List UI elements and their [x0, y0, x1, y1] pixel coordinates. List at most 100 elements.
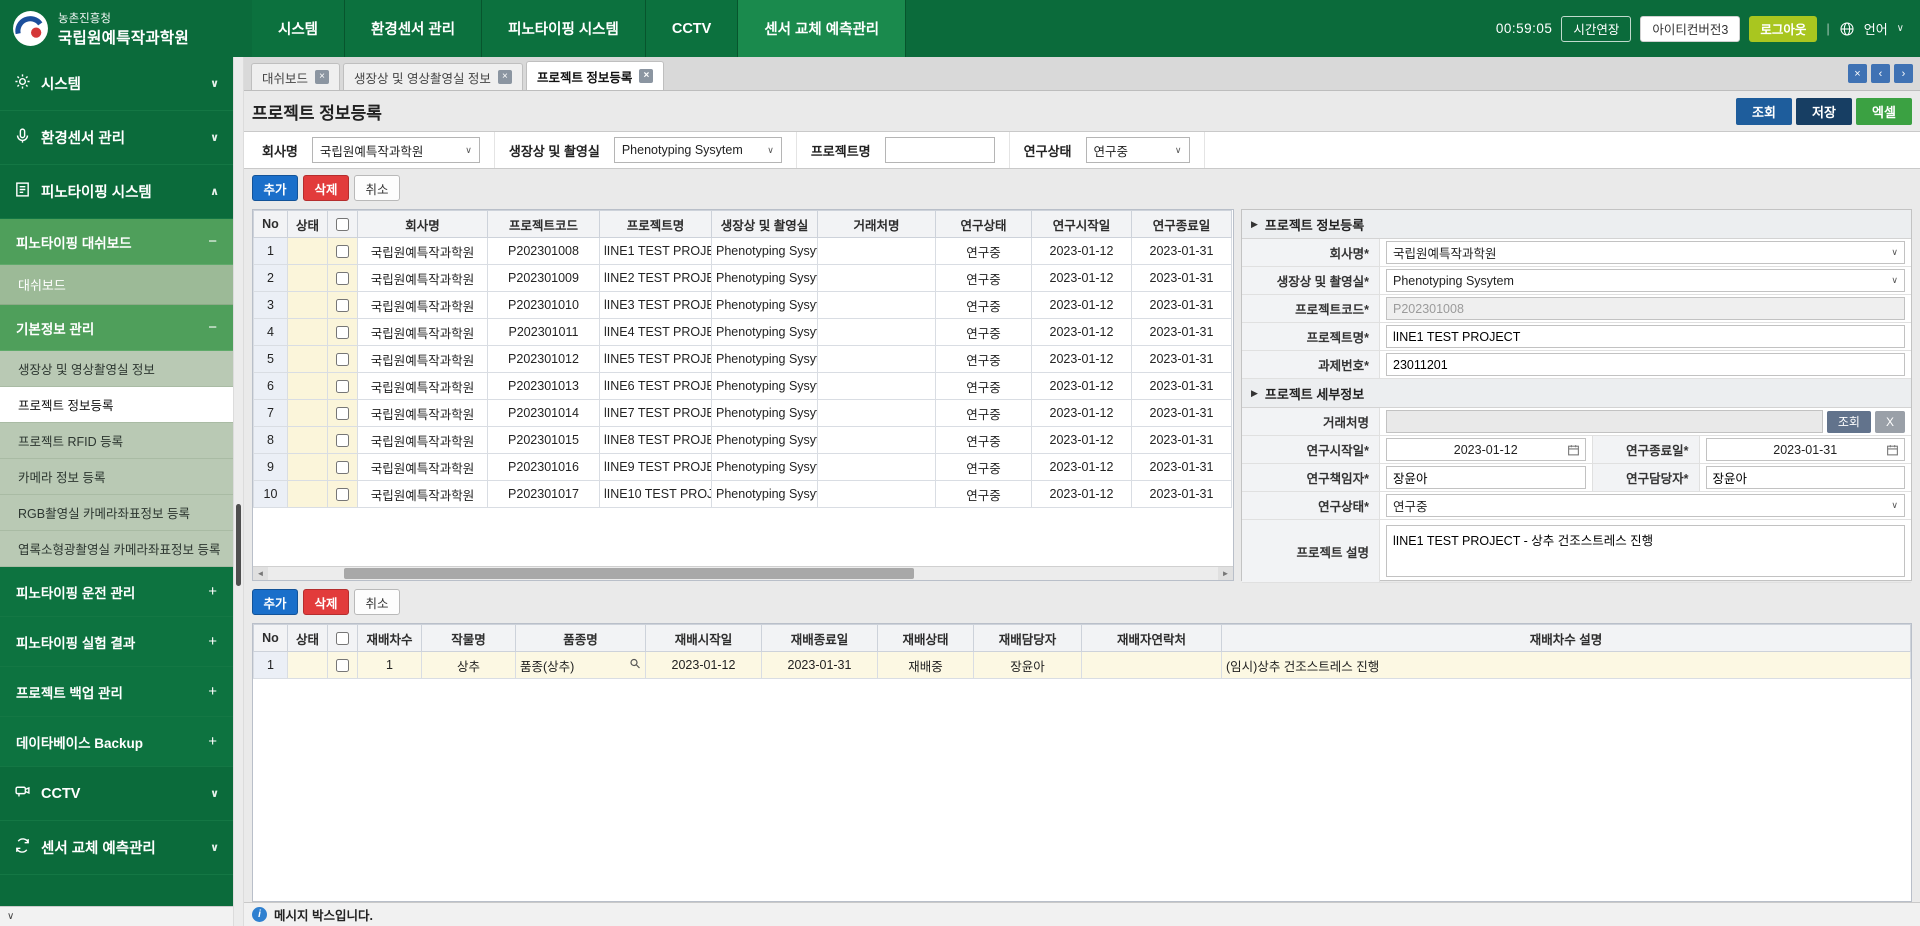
row-checkbox[interactable] [336, 353, 349, 366]
row-checkbox[interactable] [336, 380, 349, 393]
sidebar-item[interactable]: 시스템∨ [0, 57, 233, 111]
table-row[interactable]: 2국립원예특작과학원P202301009lINE2 TEST PROJECTPh… [254, 265, 1232, 292]
row-checkbox[interactable] [336, 326, 349, 339]
table-row[interactable]: 1국립원예특작과학원P202301008lINE1 TEST PROJECTPh… [254, 238, 1232, 265]
logout-button[interactable]: 로그아웃 [1749, 16, 1817, 42]
sidebar-item[interactable]: RGB촬영실 카메라좌표정보 등록 [0, 495, 233, 531]
scroll-left-icon[interactable]: ◄ [253, 567, 268, 580]
user-account-button[interactable]: 아이티컨버전3 [1640, 16, 1740, 42]
sidebar-group[interactable]: 데이타베이스 Backup+ [0, 717, 233, 767]
leader-input[interactable] [1386, 466, 1586, 489]
chamber-select[interactable]: Phenotyping Sysytem ∨ [1386, 269, 1905, 292]
tab-close-icon[interactable]: × [639, 69, 653, 83]
tab[interactable]: 대쉬보드× [251, 63, 340, 90]
chamber-filter-select[interactable]: Phenotyping Sysytem∨ [614, 137, 782, 163]
sidebar-item[interactable]: 피노타이핑 시스템∧ [0, 165, 233, 219]
scrollbar-track[interactable] [268, 567, 1218, 580]
tab-scroll-right-button[interactable]: › [1894, 64, 1913, 83]
scroll-right-icon[interactable]: ► [1218, 567, 1233, 580]
company-filter-select[interactable]: 국립원예특작과학원∨ [312, 137, 480, 163]
status-filter-select[interactable]: 연구중∨ [1086, 137, 1190, 163]
sidebar-item[interactable]: CCTV∨ [0, 767, 233, 821]
sidebar-group[interactable]: 기본정보 관리− [0, 305, 233, 351]
table-row[interactable]: 3국립원예특작과학원P202301010lINE3 TEST PROJECTPh… [254, 292, 1232, 319]
row-checkbox[interactable] [336, 659, 349, 672]
tab-close-icon[interactable]: × [498, 70, 512, 84]
sidebar-item[interactable]: 카메라 정보 등록 [0, 459, 233, 495]
table-row[interactable]: 6국립원예특작과학원P202301013lINE6 TEST PROJECTPh… [254, 373, 1232, 400]
language-selector[interactable]: 언어 [1864, 19, 1888, 38]
table-row[interactable]: 8국립원예특작과학원P202301015lINE8 TEST PROJECTPh… [254, 427, 1232, 454]
table-row[interactable]: 11상추품종(상추)2023-01-122023-01-31재배중장윤아(임시)… [254, 652, 1911, 679]
end-date-input[interactable]: 2023-01-31 [1706, 438, 1906, 461]
sidebar-group[interactable]: 피노타이핑 대쉬보드− [0, 219, 233, 265]
row-checkbox[interactable] [336, 407, 349, 420]
scrollbar-thumb[interactable] [236, 504, 241, 586]
row-checkbox[interactable] [336, 299, 349, 312]
tab-scroll-left-button[interactable]: ‹ [1871, 64, 1890, 83]
top-menu-item[interactable]: 센서 교체 예측관리 [738, 0, 906, 57]
save-button[interactable]: 저장 [1796, 98, 1852, 125]
row-checkbox[interactable] [336, 272, 349, 285]
sidebar-group[interactable]: 피노타이핑 실험 결과+ [0, 617, 233, 667]
close-all-tabs-button[interactable]: × [1848, 64, 1867, 83]
calendar-icon[interactable] [1886, 443, 1899, 456]
top-menu-item[interactable]: 피노타이핑 시스템 [482, 0, 646, 57]
horizontal-scrollbar[interactable]: ◄ ► [253, 566, 1233, 580]
client-search-button[interactable]: 조회 [1827, 411, 1871, 433]
cancel-button[interactable]: 취소 [354, 589, 400, 615]
sidebar-item[interactable]: 센서 교체 예측관리∨ [0, 821, 233, 875]
row-checkbox[interactable] [336, 434, 349, 447]
top-menu-item[interactable]: CCTV [646, 0, 738, 57]
sidebar-item[interactable]: 프로젝트 RFID 등록 [0, 423, 233, 459]
table-row[interactable]: 9국립원예특작과학원P202301016lINE9 TEST PROJECTPh… [254, 454, 1232, 481]
search-icon[interactable] [629, 658, 641, 673]
delete-row-button[interactable]: 삭제 [303, 175, 349, 201]
excel-button[interactable]: 엑셀 [1856, 98, 1912, 125]
row-checkbox[interactable] [336, 245, 349, 258]
project-name-input[interactable] [1386, 325, 1905, 348]
client-name-input[interactable] [1386, 410, 1823, 433]
add-row-button[interactable]: 추가 [252, 589, 298, 615]
sidebar-item[interactable]: 엽록소형광촬영실 카메라좌표정보 등록 [0, 531, 233, 567]
sidebar-item[interactable]: 대쉬보드 [0, 265, 233, 305]
column-header: 품종명 [516, 625, 646, 652]
table-row[interactable]: 7국립원예특작과학원P202301014lINE7 TEST PROJECTPh… [254, 400, 1232, 427]
table-row[interactable]: 5국립원예특작과학원P202301012lINE5 TEST PROJECTPh… [254, 346, 1232, 373]
tab[interactable]: 생장상 및 영상촬영실 정보× [343, 63, 523, 90]
tab-active[interactable]: 프로젝트 정보등록× [526, 61, 664, 90]
client-clear-button[interactable]: X [1875, 411, 1905, 433]
select-all-checkbox[interactable] [336, 218, 349, 231]
task-no-input[interactable] [1386, 353, 1905, 376]
table-row[interactable]: 10국립원예특작과학원P202301017lINE10 TEST PROJE..… [254, 481, 1232, 508]
description-textarea[interactable]: lINE1 TEST PROJECT - 상추 건조스트레스 진행 [1386, 525, 1905, 577]
start-date-input[interactable]: 2023-01-12 [1386, 438, 1586, 461]
vertical-scrollbar[interactable] [233, 57, 244, 926]
sidebar-item[interactable]: 환경센서 관리∨ [0, 111, 233, 165]
sidebar-group[interactable]: 피노타이핑 운전 관리+ [0, 567, 233, 617]
manager-input[interactable] [1706, 466, 1906, 489]
add-row-button[interactable]: 추가 [252, 175, 298, 201]
sidebar-group[interactable]: 프로젝트 백업 관리+ [0, 667, 233, 717]
row-checkbox[interactable] [336, 461, 349, 474]
scrollbar-thumb[interactable] [344, 568, 914, 579]
row-checkbox[interactable] [336, 488, 349, 501]
delete-row-button[interactable]: 삭제 [303, 589, 349, 615]
sidebar-scroll-down[interactable]: ∨ [0, 906, 233, 926]
tab-close-icon[interactable]: × [315, 70, 329, 84]
top-menu-item[interactable]: 시스템 [252, 0, 345, 57]
project-name-filter-input[interactable] [885, 137, 995, 163]
search-button[interactable]: 조회 [1736, 98, 1792, 125]
table-row[interactable]: 4국립원예특작과학원P202301011lINE4 TEST PROJECTPh… [254, 319, 1232, 346]
cancel-button[interactable]: 취소 [354, 175, 400, 201]
select-all-checkbox[interactable] [336, 632, 349, 645]
sidebar-item-active[interactable]: 프로젝트 정보등록 [0, 387, 233, 423]
cell-client [818, 238, 936, 265]
top-menu-item[interactable]: 환경센서 관리 [345, 0, 482, 57]
research-status-select[interactable]: 연구중 ∨ [1386, 494, 1905, 517]
company-select[interactable]: 국립원예특작과학원 ∨ [1386, 241, 1905, 264]
cell-no: 3 [254, 292, 288, 319]
extend-time-button[interactable]: 시간연장 [1561, 16, 1631, 42]
sidebar-item[interactable]: 생장상 및 영상촬영실 정보 [0, 351, 233, 387]
calendar-icon[interactable] [1567, 443, 1580, 456]
